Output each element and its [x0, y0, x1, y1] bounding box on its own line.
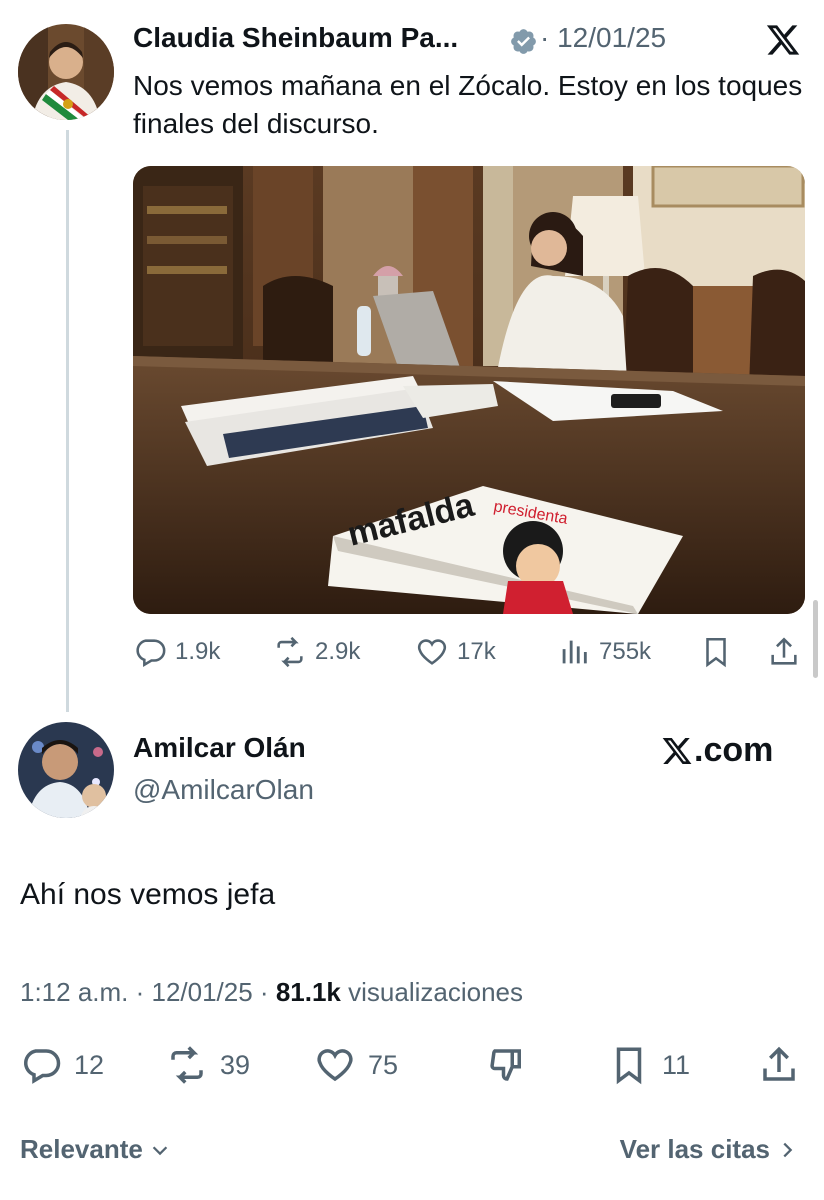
scrollbar[interactable] — [813, 600, 818, 678]
reply-text: Ahí nos vemos jefa — [20, 878, 276, 911]
view-quotes-label: Ver las citas — [619, 1134, 770, 1164]
reply-icon — [24, 1049, 61, 1084]
reply-repost-count: 39 — [220, 1049, 251, 1080]
reply-actions-bar: 12 39 75 11 — [20, 1040, 810, 1090]
view-quotes-link[interactable]: Ver las citas — [620, 1134, 798, 1165]
x-com-suffix: .com — [694, 731, 774, 769]
verified-badge-icon — [509, 27, 538, 56]
reply-like-count: 75 — [368, 1049, 399, 1080]
share-button[interactable] — [767, 630, 809, 674]
reply-author-avatar[interactable] — [18, 722, 114, 818]
reply-icon — [136, 639, 166, 668]
bookmark-button[interactable] — [699, 630, 741, 674]
reply-button[interactable]: 1.9k — [133, 630, 220, 674]
repost-count: 2.9k — [315, 638, 361, 665]
author-avatar[interactable] — [18, 24, 114, 120]
sort-dropdown[interactable]: Relevante — [20, 1134, 171, 1165]
reply-like-button[interactable]: 75 — [314, 1040, 398, 1090]
reply-reply-button[interactable]: 12 — [20, 1040, 104, 1090]
share-icon — [763, 1046, 795, 1081]
thread-connector-line — [66, 130, 69, 712]
tweet-date[interactable]: · 12/01/25 — [540, 22, 666, 54]
bookmark-icon — [616, 1047, 642, 1085]
reply-timestamp[interactable]: 1:12 a.m. · 12/01/25 · — [20, 977, 269, 1007]
sort-label: Relevante — [20, 1134, 143, 1164]
tweet-text: Nos vemos mañana en el Zócalo. Estoy en … — [133, 70, 803, 139]
chevron-down-icon — [152, 1145, 168, 1155]
reply-bookmark-count: 11 — [662, 1049, 691, 1080]
reply-meta: 1:12 a.m. · 12/01/25 · 81.1k visualizaci… — [20, 977, 523, 1008]
analytics-icon — [562, 640, 587, 664]
reply-author-name[interactable]: Amilcar Olán — [133, 732, 306, 764]
heart-icon — [417, 639, 447, 665]
repost-icon — [171, 1046, 203, 1084]
like-count: 17k — [457, 638, 496, 665]
tweet-photo[interactable]: mafalda presidenta — [133, 166, 805, 614]
bookmark-icon — [706, 637, 726, 668]
x-com-logo[interactable]: .com — [660, 731, 773, 770]
like-button[interactable]: 17k — [415, 630, 496, 674]
heart-icon — [317, 1049, 353, 1082]
thumbs-down-icon — [490, 1049, 521, 1081]
author-name[interactable]: Claudia Sheinbaum Pa... — [133, 22, 458, 54]
reply-count: 1.9k — [175, 638, 221, 665]
reply-views-label: visualizaciones — [348, 977, 524, 1007]
reply-reply-count: 12 — [74, 1049, 105, 1080]
views-button[interactable]: 755k — [557, 630, 651, 674]
reply-bookmark-button[interactable]: 11 — [608, 1040, 690, 1090]
tweet-actions-bar: 1.9k 2.9k 17k 755k — [133, 630, 805, 674]
reply-views-count: 81.1k — [275, 977, 341, 1007]
reply-author-handle[interactable]: @AmilcarOlan — [133, 774, 314, 806]
reply-share-button[interactable] — [758, 1040, 812, 1090]
chevron-right-icon — [783, 1142, 793, 1157]
views-count: 755k — [599, 638, 652, 665]
repost-button[interactable]: 2.9k — [273, 630, 360, 674]
reply-repost-button[interactable]: 39 — [166, 1040, 250, 1090]
repost-icon — [277, 636, 303, 668]
dislike-button[interactable] — [486, 1040, 540, 1090]
x-logo-icon — [662, 737, 692, 764]
share-icon — [771, 637, 797, 665]
x-logo-icon[interactable] — [764, 22, 802, 58]
